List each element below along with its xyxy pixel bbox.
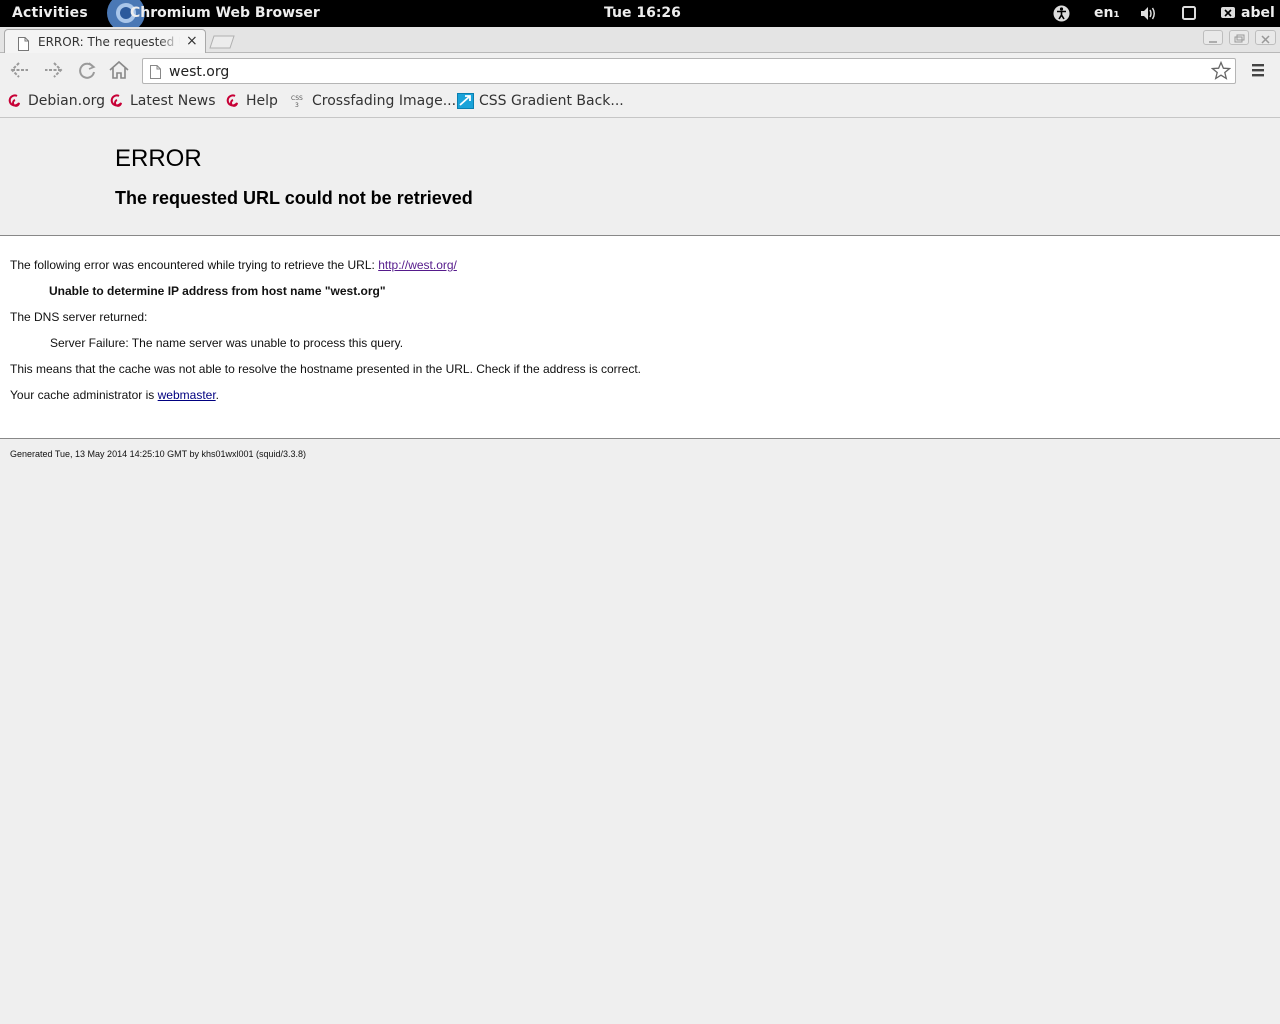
volume-icon[interactable] xyxy=(1140,5,1158,22)
bookmark-label: Latest News xyxy=(130,93,216,109)
debian-swirl-icon xyxy=(226,93,241,110)
admin-prefix: Your cache administrator is xyxy=(10,388,158,402)
explanation-text: This means that the cache was not able t… xyxy=(10,362,641,376)
intro-line: The following error was encountered whil… xyxy=(10,258,457,272)
tab-active[interactable]: ERROR: The requested URL could not be re… xyxy=(4,29,206,54)
forward-button[interactable] xyxy=(41,59,65,81)
intro-text: The following error was encountered whil… xyxy=(10,258,379,272)
tab-strip: ERROR: The requested URL could not be re… xyxy=(0,27,1280,54)
error-titles: ERROR The requested URL could not be ret… xyxy=(0,119,1280,235)
debian-swirl-icon xyxy=(110,93,125,110)
maximize-window-button[interactable] xyxy=(1229,30,1249,45)
app-menu-button[interactable]: Chromium Web Browser xyxy=(130,5,320,21)
bookmark-debian-org[interactable]: Debian.org xyxy=(8,93,105,113)
chrome-menu-icon[interactable] xyxy=(1251,62,1265,78)
bookmark-label: Crossfading Image... xyxy=(312,93,457,109)
user-menu-button[interactable]: abel xyxy=(1241,5,1275,21)
browser-toolbar: west.org xyxy=(0,53,1280,87)
bookmark-label: CSS Gradient Back... xyxy=(479,93,624,109)
bookmark-label: Help xyxy=(246,93,278,109)
page-icon xyxy=(18,36,29,51)
url-text[interactable]: west.org xyxy=(169,64,229,80)
bookmark-star-icon[interactable] xyxy=(1210,60,1232,81)
clock-button[interactable]: Tue 16:26 xyxy=(604,5,681,21)
admin-suffix: . xyxy=(215,388,220,402)
user-status-icon[interactable] xyxy=(1221,6,1235,20)
new-tab-button[interactable] xyxy=(209,34,235,49)
gradient-icon xyxy=(457,93,474,110)
bookmark-crossfading-image[interactable]: CSS 3 Crossfading Image... xyxy=(290,93,456,113)
admin-line: Your cache administrator is webmaster. xyxy=(10,388,219,402)
bookmarks-bar: Debian.org Latest News Help CSS 3 Crossfa… xyxy=(0,87,1280,118)
accessibility-icon[interactable] xyxy=(1053,5,1070,22)
activities-button[interactable]: Activities xyxy=(12,5,88,21)
page-info-icon[interactable] xyxy=(150,64,161,79)
error-body: The following error was encountered whil… xyxy=(0,235,1280,439)
system-menu-icon[interactable] xyxy=(1181,5,1197,21)
svg-text:CSS: CSS xyxy=(291,95,303,102)
bookmark-label: Debian.org xyxy=(28,93,106,109)
home-button[interactable] xyxy=(107,59,131,81)
generated-footer: Generated Tue, 13 May 2014 14:25:10 GMT … xyxy=(10,449,307,459)
back-button[interactable] xyxy=(8,59,32,81)
css3-icon: CSS 3 xyxy=(290,93,305,110)
page-content: ERROR The requested URL could not be ret… xyxy=(0,119,1280,1024)
address-bar[interactable]: west.org xyxy=(142,58,1236,84)
error-message: Unable to determine IP address from host… xyxy=(49,284,386,298)
bookmark-help[interactable]: Help xyxy=(226,93,280,113)
gnome-top-bar: Activities Chromium Web Browser Tue 16:2… xyxy=(0,0,1280,27)
keyboard-language-button[interactable]: en₁ xyxy=(1094,5,1120,21)
debian-swirl-icon xyxy=(8,93,23,110)
dns-label: The DNS server returned: xyxy=(10,310,148,324)
close-window-button[interactable] xyxy=(1255,30,1276,45)
error-subheading: The requested URL could not be retrieved xyxy=(115,188,473,208)
minimize-window-button[interactable] xyxy=(1203,30,1223,45)
bookmark-css-gradient-background[interactable]: CSS Gradient Back... xyxy=(457,93,624,113)
bookmark-latest-news[interactable]: Latest News xyxy=(110,93,216,113)
dns-message: Server Failure: The name server was unab… xyxy=(50,336,404,350)
svg-text:3: 3 xyxy=(295,102,299,109)
requested-url-link[interactable]: http://west.org/ xyxy=(378,258,457,272)
webmaster-link[interactable]: webmaster xyxy=(158,388,216,402)
error-heading: ERROR xyxy=(115,145,202,172)
reload-button[interactable] xyxy=(75,59,99,81)
tab-title: ERROR: The requested URL could not be re… xyxy=(38,35,180,49)
tab-close-icon[interactable]: × xyxy=(186,33,198,49)
